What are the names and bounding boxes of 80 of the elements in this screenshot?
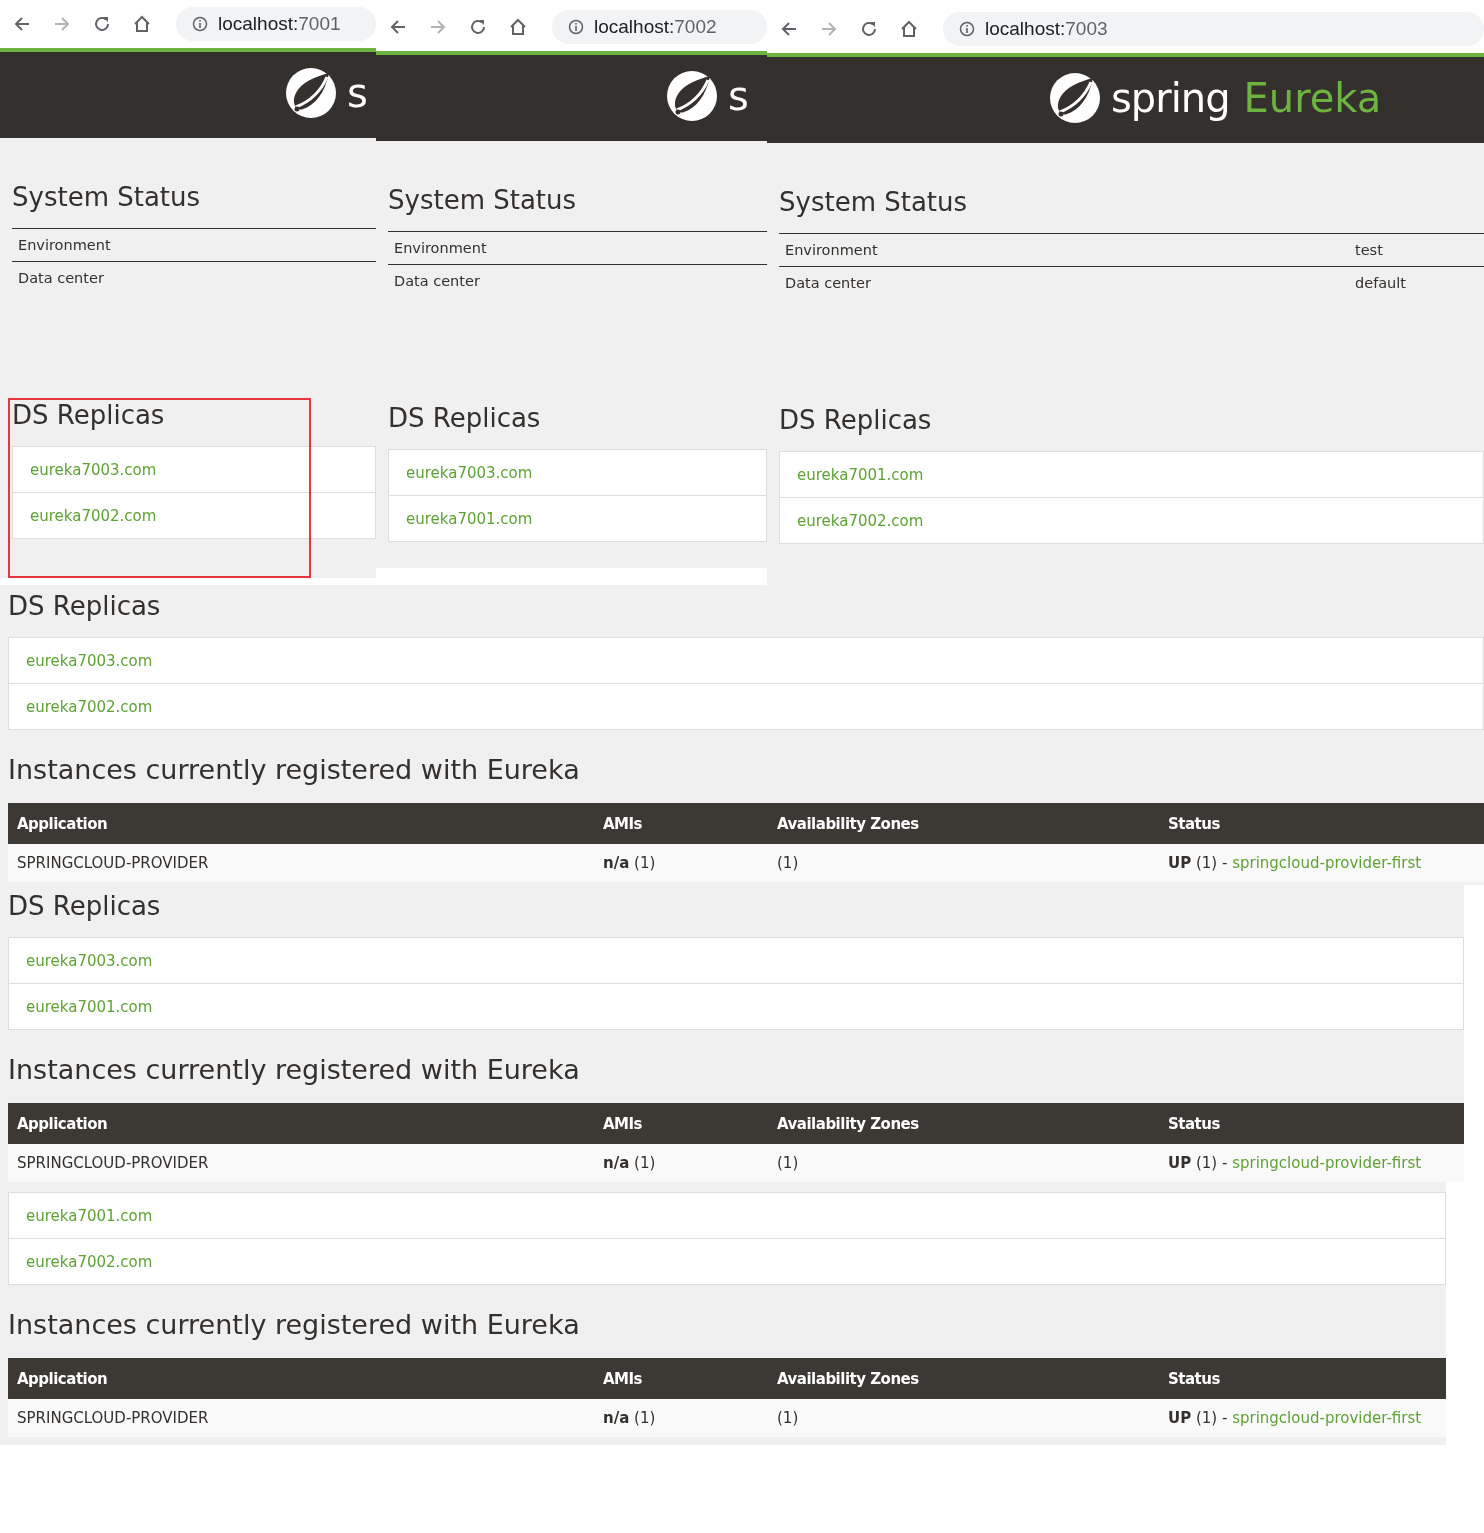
table-cell: test xyxy=(1355,242,1383,258)
replica-link[interactable]: eureka7001.com xyxy=(26,997,153,1016)
column-header: Status xyxy=(1167,1369,1221,1388)
status-text: UP (1) - xyxy=(1168,1154,1228,1172)
section-title: System Status xyxy=(388,185,578,215)
table-cell-text: Data center xyxy=(785,275,872,291)
info-icon xyxy=(568,19,584,35)
replica-link[interactable]: eureka7001.com xyxy=(26,1206,153,1225)
section-title: DS Replicas xyxy=(12,400,166,430)
reload-icon[interactable] xyxy=(468,17,488,37)
table-cell-text: SPRINGCLOUD-PROVIDER xyxy=(16,1154,210,1172)
table-cell-text: Environment xyxy=(394,240,488,256)
leaf-logo-icon xyxy=(666,70,718,122)
column-header: Application xyxy=(16,1369,109,1388)
column-header: Status xyxy=(1167,814,1221,833)
section-title: System Status xyxy=(12,182,202,212)
address-bar[interactable]: localhost:7003 xyxy=(943,12,1484,46)
table-cell-text: Environment xyxy=(18,237,112,253)
replica-link[interactable]: eureka7003.com xyxy=(26,951,153,970)
url-text: localhost:7002 xyxy=(594,16,717,38)
leaf-logo-icon xyxy=(1049,72,1101,124)
column-header: Availability Zones xyxy=(776,1369,920,1388)
address-bar[interactable]: localhost:7001 xyxy=(176,7,376,41)
brand-text: Eureka xyxy=(1243,75,1382,121)
table-cell-text: n/a (1) xyxy=(602,1154,657,1172)
section-title: Instances currently registered with Eureka xyxy=(8,754,581,785)
table-cell: default xyxy=(1355,275,1407,291)
replica-link[interactable]: eureka7003.com xyxy=(26,651,153,670)
home-icon[interactable] xyxy=(508,17,528,37)
table-cell-text: (1) xyxy=(776,1409,800,1427)
section-title: Instances currently registered with Eureka xyxy=(8,1309,581,1340)
table-cell-text: Data center xyxy=(394,273,481,289)
table-cell-text: Environment xyxy=(785,242,879,258)
info-icon xyxy=(192,16,208,32)
info-icon xyxy=(959,21,975,37)
table-cell-text: SPRINGCLOUD-PROVIDER xyxy=(16,1409,210,1427)
logo-text: spring xyxy=(1111,75,1230,121)
column-header: Availability Zones xyxy=(776,1114,920,1133)
section-title: DS Replicas xyxy=(8,591,162,621)
url-text: localhost:7003 xyxy=(985,18,1108,40)
status-text: UP (1) - xyxy=(1168,1409,1228,1427)
replica-link[interactable]: eureka7002.com xyxy=(797,511,924,530)
leaf-logo-icon xyxy=(285,67,337,119)
section-title: DS Replicas xyxy=(388,403,542,433)
instance-link[interactable]: springcloud-provider-first xyxy=(1232,1409,1422,1427)
replica-link[interactable]: eureka7002.com xyxy=(30,506,157,525)
column-header: AMIs xyxy=(602,814,644,833)
section-title: DS Replicas xyxy=(8,891,162,921)
reload-icon[interactable] xyxy=(859,19,879,39)
home-icon[interactable] xyxy=(899,19,919,39)
column-header: Application xyxy=(16,814,109,833)
section-title: Instances currently registered with Eureka xyxy=(8,1054,581,1085)
replica-link[interactable]: eureka7002.com xyxy=(26,1252,153,1271)
home-icon[interactable] xyxy=(132,14,152,34)
replica-link[interactable]: eureka7003.com xyxy=(30,460,157,479)
instance-link[interactable]: springcloud-provider-first xyxy=(1232,1154,1422,1172)
instance-link[interactable]: springcloud-provider-first xyxy=(1232,854,1422,872)
column-header: AMIs xyxy=(602,1114,644,1133)
logo-text: s xyxy=(728,73,748,119)
table-cell-text: n/a (1) xyxy=(602,1409,657,1427)
column-header: Application xyxy=(16,1114,109,1133)
table-cell-text: Data center xyxy=(18,270,105,286)
replica-link[interactable]: eureka7001.com xyxy=(797,465,924,484)
section-title: System Status xyxy=(779,187,969,217)
status-text: UP (1) - xyxy=(1168,854,1228,872)
address-bar[interactable]: localhost:7002 xyxy=(552,10,767,44)
column-header: Availability Zones xyxy=(776,814,920,833)
table-cell-text: (1) xyxy=(776,854,800,872)
table-cell-text: n/a (1) xyxy=(602,854,657,872)
replica-link[interactable]: eureka7002.com xyxy=(26,697,153,716)
url-text: localhost:7001 xyxy=(218,13,341,35)
table-cell-text: SPRINGCLOUD-PROVIDER xyxy=(16,854,210,872)
replica-link[interactable]: eureka7003.com xyxy=(406,463,533,482)
column-header: Status xyxy=(1167,1114,1221,1133)
replica-link[interactable]: eureka7001.com xyxy=(406,509,533,528)
section-title: DS Replicas xyxy=(779,405,933,435)
reload-icon[interactable] xyxy=(92,14,112,34)
column-header: AMIs xyxy=(602,1369,644,1388)
table-cell-text: (1) xyxy=(776,1154,800,1172)
logo-text: s xyxy=(347,70,367,116)
